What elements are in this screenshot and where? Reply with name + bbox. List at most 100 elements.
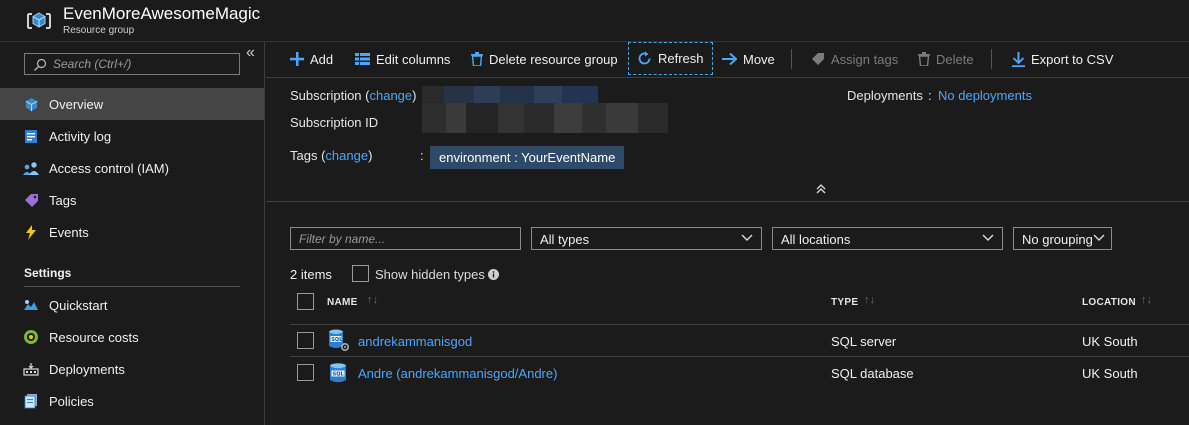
info-icon[interactable] (488, 269, 499, 280)
divider (290, 356, 1189, 357)
locations-dropdown[interactable]: All locations (772, 227, 1003, 250)
chevron-down-icon (741, 234, 753, 241)
export-csv-button[interactable]: Export to CSV (1012, 42, 1113, 76)
assign-tags-button[interactable]: Assign tags (811, 42, 898, 76)
grouping-dropdown[interactable]: No grouping (1013, 227, 1112, 250)
trash-icon (918, 52, 930, 66)
trash-icon (471, 52, 483, 66)
resource-location: UK South (1082, 334, 1138, 349)
sort-icon[interactable]: ↑↓ (864, 294, 875, 306)
deployments-colon: : (928, 88, 932, 103)
sidebar-item-label: Policies (49, 393, 94, 409)
sidebar-search[interactable] (24, 53, 240, 75)
sidebar-item-label: Activity log (49, 128, 112, 144)
move-button[interactable]: Move (722, 42, 775, 76)
resource-type: SQL database (831, 366, 914, 381)
tags-change-link[interactable]: change (325, 148, 368, 163)
edit-columns-label: Edit columns (376, 51, 451, 67)
sidebar-item-label: Events (49, 224, 89, 240)
add-button[interactable]: Add (290, 42, 333, 76)
policies-icon (22, 392, 40, 410)
sidebar-item-iam[interactable]: Access control (IAM) (0, 152, 264, 184)
row-checkbox[interactable] (297, 364, 314, 381)
refresh-button[interactable]: Refresh (628, 42, 713, 75)
tag-environment[interactable]: environment : YourEventName (430, 146, 625, 169)
page-title: EvenMoreAwesomeMagic (63, 4, 261, 23)
column-header-name[interactable]: NAME (327, 297, 358, 308)
sidebar-item-policies[interactable]: Policies (0, 385, 264, 417)
collapse-essentials-icon[interactable] (815, 183, 827, 195)
cost-icon (22, 328, 40, 346)
redacted-subscription (422, 86, 598, 104)
sql-database-icon: SQL (330, 363, 346, 383)
sidebar-item-quickstart[interactable]: Quickstart (0, 289, 264, 321)
sidebar-item-overview[interactable]: Overview (0, 88, 264, 120)
sidebar-item-label: Tags (49, 192, 77, 208)
sidebar-item-resource-costs[interactable]: Resource costs (0, 321, 264, 353)
deployments-label: Deployments (847, 88, 923, 103)
delete-button[interactable]: Delete (918, 42, 974, 76)
redacted-subscription-id (422, 103, 668, 133)
resource-name-link[interactable]: andrekammanisgod (358, 334, 472, 349)
sidebar-item-tags[interactable]: Tags (0, 184, 264, 216)
show-hidden-types-checkbox[interactable] (352, 265, 369, 282)
sidebar-item-activity-log[interactable]: Activity log (0, 120, 264, 152)
sidebar-item-label: Resource costs (49, 329, 139, 345)
sidebar-item-events[interactable]: Events (0, 216, 264, 248)
svg-text:SQL: SQL (331, 337, 343, 343)
item-count: 2 items (290, 267, 332, 282)
columns-icon (355, 53, 370, 65)
sidebar-item-label: Deployments (49, 361, 125, 377)
settings-section-title: Settings (24, 266, 72, 280)
svg-text:SQL: SQL (333, 372, 345, 378)
arrow-right-icon (722, 53, 737, 65)
chevron-down-icon (982, 234, 994, 241)
divider (290, 324, 1189, 325)
sidebar-item-label: Overview (49, 96, 104, 112)
column-header-location[interactable]: LOCATION (1082, 297, 1136, 308)
divider (24, 286, 240, 287)
no-deployments-link[interactable]: No deployments (938, 88, 1032, 103)
filter-name-input[interactable] (291, 228, 520, 249)
collapse-sidebar-icon[interactable]: « (246, 44, 255, 62)
add-label: Add (310, 51, 334, 67)
subscription-label: Subscription (change) (290, 88, 417, 103)
quickstart-cloud-icon (22, 296, 40, 314)
export-csv-label: Export to CSV (1031, 51, 1114, 67)
resource-group-icon (27, 12, 51, 29)
resource-type: SQL server (831, 334, 897, 349)
filter-name-field[interactable] (290, 227, 521, 250)
sidebar-item-deployments[interactable]: Deployments (0, 353, 264, 385)
tags-colon: : (420, 148, 424, 163)
search-input[interactable] (53, 56, 233, 72)
command-bar: Add Edit columns Delete resource group R… (266, 42, 1189, 78)
refresh-label: Refresh (658, 51, 704, 66)
delete-label: Delete (936, 51, 974, 67)
sidebar-item-label: Quickstart (49, 297, 108, 313)
download-icon (1012, 51, 1025, 67)
search-icon (34, 58, 47, 71)
tag-icon (22, 191, 40, 209)
types-value: All types (540, 232, 590, 247)
locations-value: All locations (781, 232, 851, 247)
sort-icon[interactable]: ↑↓ (1141, 294, 1152, 306)
column-header-type[interactable]: TYPE (831, 297, 858, 308)
plus-icon (290, 52, 304, 66)
types-dropdown[interactable]: All types (531, 227, 762, 250)
chevron-down-icon (1093, 234, 1105, 241)
row-checkbox[interactable] (297, 332, 314, 349)
sort-icon[interactable]: ↑↓ (367, 294, 378, 306)
subscription-change-link[interactable]: change (369, 88, 412, 103)
iam-people-icon (22, 159, 40, 177)
resource-name-link[interactable]: Andre (andrekammanisgod/Andre) (358, 366, 557, 381)
refresh-icon (638, 51, 651, 65)
grouping-value: No grouping (1022, 232, 1093, 247)
edit-columns-button[interactable]: Edit columns (355, 42, 450, 76)
lightning-icon (22, 223, 40, 241)
tags-label: Tags (change) (290, 148, 373, 163)
divider (991, 49, 992, 69)
overview-cube-icon (22, 95, 40, 113)
delete-resource-group-button[interactable]: Delete resource group (471, 42, 618, 76)
divider (266, 201, 1189, 202)
select-all-checkbox[interactable] (297, 293, 314, 310)
